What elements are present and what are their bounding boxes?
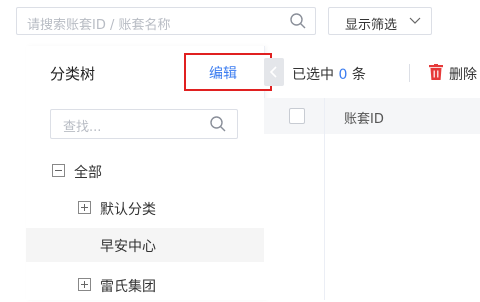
table-body — [264, 134, 480, 300]
category-tree-panel: 分类树 编辑 查找... 全部 默认分类 早安中心 雷氏集团 — [26, 46, 272, 302]
display-filter-label: 显示筛选 — [345, 18, 398, 33]
collapse-icon[interactable] — [52, 164, 65, 177]
panel-title: 分类树 — [50, 65, 96, 83]
selection-prefix: 已选中 — [292, 67, 334, 83]
tree-search-input[interactable]: 查找... — [50, 109, 238, 139]
delete-button[interactable]: 删除 — [429, 62, 480, 84]
display-filter-button[interactable]: 显示筛选 — [328, 7, 432, 35]
column-divider — [324, 134, 325, 300]
tree-node-all[interactable]: 全部 — [26, 154, 264, 188]
expand-icon[interactable] — [78, 201, 91, 214]
tree-node-label: 默认分类 — [100, 202, 156, 218]
tree-node-label: 早安中心 — [100, 239, 156, 255]
tree-node-zaoan-center[interactable]: 早安中心 — [26, 228, 264, 262]
edit-label: 编辑 — [209, 66, 237, 82]
table-header: 账套ID — [264, 98, 480, 135]
tree-node-label: 全部 — [74, 165, 102, 181]
delete-label: 删除 — [449, 67, 477, 83]
tree-node-default-category[interactable]: 默认分类 — [26, 191, 264, 225]
expand-icon[interactable] — [78, 278, 91, 291]
toolbar-divider — [409, 64, 410, 82]
select-all-checkbox[interactable] — [289, 108, 305, 124]
chevron-left-icon — [269, 66, 277, 78]
select-column — [264, 98, 325, 134]
column-header-account-id[interactable]: 账套ID — [344, 108, 384, 127]
search-icon[interactable] — [289, 12, 307, 30]
trash-icon — [429, 64, 443, 80]
table-toolbar: 已选中 0 条 删除 — [264, 56, 480, 88]
selection-number: 0 — [338, 67, 348, 83]
tree-node-leishi-group[interactable]: 雷氏集团 — [26, 268, 264, 302]
search-placeholder: 请搜索账套ID / 账套名称 — [27, 18, 171, 33]
chevron-down-icon — [409, 17, 421, 24]
top-bar: 请搜索账套ID / 账套名称 显示筛选 — [0, 0, 480, 46]
tree-search-placeholder: 查找... — [63, 120, 102, 135]
tree-node-label: 雷氏集团 — [100, 279, 156, 295]
search-icon[interactable] — [209, 115, 227, 133]
selection-suffix: 条 — [351, 67, 366, 83]
selection-count: 已选中 0 条 — [292, 64, 366, 84]
search-input[interactable]: 请搜索账套ID / 账套名称 — [16, 7, 316, 35]
edit-button[interactable]: 编辑 — [184, 53, 272, 91]
collapse-sidebar-button[interactable] — [264, 58, 284, 86]
